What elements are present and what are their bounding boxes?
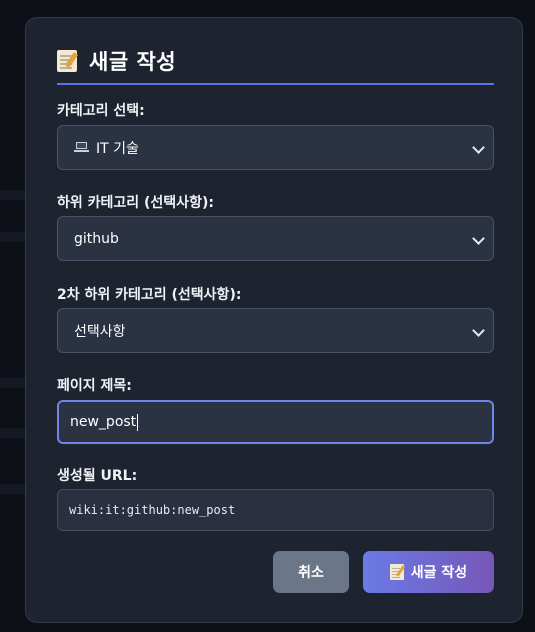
subcategory2-select[interactable]: 선택사항 bbox=[57, 308, 494, 353]
chevron-down-icon bbox=[472, 324, 485, 337]
cancel-button[interactable]: 취소 bbox=[273, 551, 349, 593]
subcategory-select[interactable]: github bbox=[57, 216, 494, 261]
cancel-button-label: 취소 bbox=[298, 565, 324, 581]
page-title-input[interactable]: new_post bbox=[57, 400, 494, 444]
subcategory2-selected-value: 선택사항 bbox=[74, 323, 126, 340]
category-label: 카테고리 선택: bbox=[57, 103, 145, 119]
page-title-value: new_post bbox=[70, 414, 137, 430]
submit-new-post-button[interactable]: 새글 작성 bbox=[363, 551, 494, 593]
generated-url-display: wiki:it:github:new_post bbox=[57, 489, 494, 531]
generated-url-value: wiki:it:github:new_post bbox=[69, 503, 236, 517]
text-cursor bbox=[137, 413, 139, 431]
dialog-title: 새글 작성 bbox=[89, 50, 177, 74]
generated-url-label: 생성될 URL: bbox=[57, 468, 138, 484]
chevron-down-icon bbox=[472, 232, 485, 245]
chevron-down-icon bbox=[472, 141, 485, 154]
title-divider bbox=[57, 83, 494, 85]
memo-icon bbox=[389, 564, 404, 580]
category-selected-value: IT 기술 bbox=[96, 140, 139, 157]
page-title-label: 페이지 제목: bbox=[57, 378, 132, 394]
subcategory2-label: 2차 하위 카테고리 (선택사항): bbox=[57, 287, 242, 303]
category-select[interactable]: IT 기술 bbox=[57, 125, 494, 170]
new-post-dialog: 새글 작성 카테고리 선택: IT 기술 하위 카테고리 (선택사항): git… bbox=[25, 17, 523, 623]
submit-button-label: 새글 작성 bbox=[410, 565, 468, 581]
dialog-header: 새글 작성 bbox=[57, 46, 176, 76]
laptop-icon bbox=[74, 142, 89, 153]
memo-icon bbox=[57, 50, 77, 72]
subcategory-selected-value: github bbox=[74, 230, 119, 247]
subcategory-label: 하위 카테고리 (선택사항): bbox=[57, 195, 214, 211]
